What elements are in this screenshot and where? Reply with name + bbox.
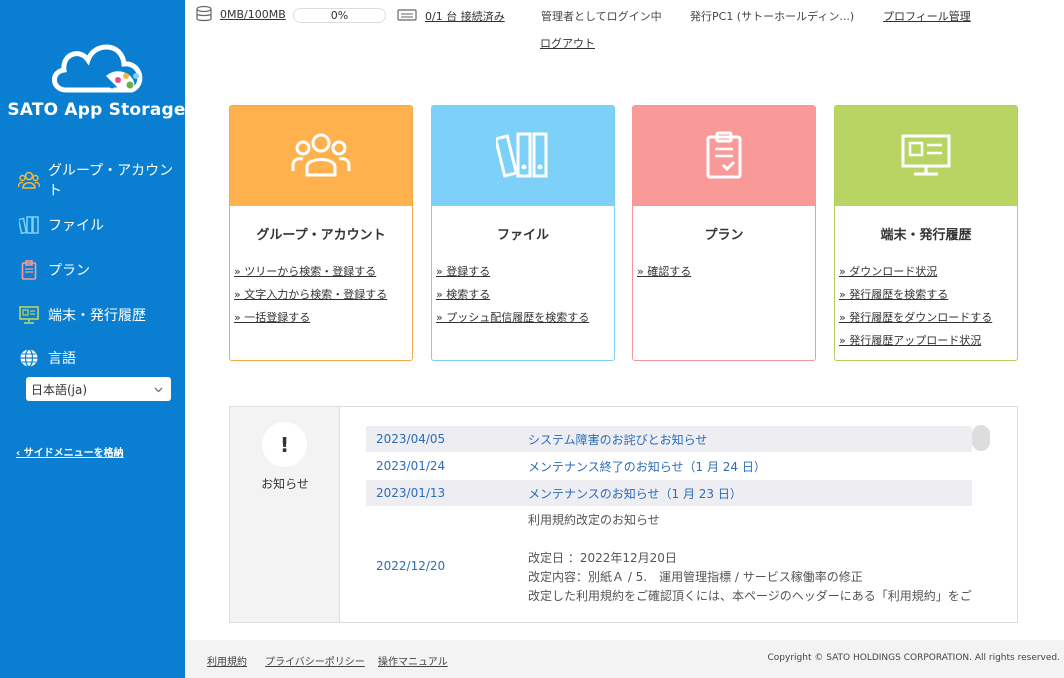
card-header[interactable] <box>835 106 1017 206</box>
card-title: ファイル <box>496 228 549 243</box>
news-body-line: 改定内容：別紙Ａ / 5. 運用管理指標 / サービス稼働率の修正 <box>528 570 863 584</box>
printer-icon <box>397 8 417 25</box>
privacy-link[interactable]: プライバシーポリシー <box>265 653 365 668</box>
login-status: 管理者としてログイン中 <box>541 10 662 23</box>
search-push-history-link[interactable]: » プッシュ配信履歴を検索する <box>436 309 614 325</box>
chevron-down-icon <box>154 382 163 396</box>
bulk-register-link[interactable]: » 一括登録する <box>234 309 412 325</box>
language-value: 日本語(ja) <box>31 382 88 397</box>
card-title: 端末・発行履歴 <box>880 228 972 243</box>
sidebar-item-files[interactable]: ファイル <box>18 210 104 240</box>
card-devices-history: 端末・発行履歴 » ダウンロード状況 » 発行履歴を検索する » 発行履歴をダウ… <box>834 105 1018 361</box>
news-title-link[interactable]: メンテナンスのお知らせ（1 月 23 日） <box>518 485 742 502</box>
folders-icon <box>18 214 40 236</box>
news-body-line: 利用規約改定のお知らせ <box>528 513 660 527</box>
card-title: グループ・アカウント <box>256 228 386 243</box>
sidebar-item-language: 言語 <box>18 343 76 373</box>
news-date: 2023/01/13 <box>376 486 446 500</box>
monitor-icon <box>900 133 952 180</box>
collapse-sidebar-link[interactable]: ‹ サイドメニューを格納 <box>16 444 124 459</box>
card-files: ファイル » 登録する » 検索する » プッシュ配信履歴を検索する <box>431 105 615 361</box>
news-row[interactable]: 2023/04/05 システム障害のお詫びとお知らせ <box>366 426 972 452</box>
logout-link[interactable]: ログアウト <box>540 35 595 51</box>
upload-status-link[interactable]: » 発行履歴アップロード状況 <box>839 332 1017 348</box>
clipboard-icon <box>705 131 743 182</box>
card-header[interactable] <box>432 106 614 206</box>
connected-devices-link[interactable]: 0/1 台 接続済み <box>425 8 505 24</box>
clipboard-icon <box>18 259 40 281</box>
sidebar-item-label: プラン <box>48 263 90 279</box>
news-title-link[interactable]: システム障害のお詫びとお知らせ <box>518 431 707 448</box>
globe-icon <box>18 347 40 369</box>
users-icon <box>291 131 351 182</box>
monitor-icon <box>18 304 40 326</box>
news-scrollbar[interactable] <box>972 425 990 451</box>
register-file-link[interactable]: » 登録する <box>436 263 614 279</box>
sidebar-item-label: 端末・発行履歴 <box>48 308 146 324</box>
profile-link[interactable]: プロフィール管理 <box>883 8 971 24</box>
users-icon <box>18 169 40 191</box>
news-date: 2022/12/20 <box>376 559 446 573</box>
search-issue-history-link[interactable]: » 発行履歴を検索する <box>839 286 1017 302</box>
news-date: 2023/01/24 <box>376 459 446 473</box>
card-header[interactable] <box>230 106 412 206</box>
issuing-pc: 発行PC1 (サトーホールディン...) <box>690 10 855 23</box>
news-body-line: 改定日 ：2022年12月20日 <box>528 551 677 565</box>
sidebar-item-label: グループ・アカウント <box>48 163 174 199</box>
header: 0MB/100MB 0% 0/1 台 接続済み 管理者としてログイン中 発行PC… <box>185 0 1064 52</box>
card-header[interactable] <box>633 106 815 206</box>
search-file-link[interactable]: » 検索する <box>436 286 614 302</box>
news-row[interactable]: 2023/01/13 メンテナンスのお知らせ（1 月 23 日） <box>366 480 972 506</box>
confirm-plan-link[interactable]: » 確認する <box>637 263 815 279</box>
storage-progress: 0% <box>293 8 386 23</box>
card-plan: プラン » 確認する <box>632 105 816 361</box>
sidebar-item-label: 言語 <box>48 351 76 367</box>
manual-link[interactable]: 操作マニュアル <box>378 653 448 668</box>
news-sidebar: ! お知らせ <box>230 407 340 622</box>
sidebar-item-devices-history[interactable]: 端末・発行履歴 <box>18 300 146 330</box>
sidebar-item-plan[interactable]: プラン <box>18 255 90 285</box>
sidebar-item-groups-accounts[interactable]: グループ・アカウント <box>18 163 185 199</box>
language-select[interactable]: 日本語(ja) <box>26 377 171 401</box>
news-row[interactable]: 2023/01/24 メンテナンス終了のお知らせ（1 月 24 日） <box>366 453 972 479</box>
card-title: プラン <box>704 228 744 243</box>
exclamation-icon: ! <box>262 422 307 467</box>
storage-usage-link[interactable]: 0MB/100MB <box>220 8 286 21</box>
search-register-tree-link[interactable]: » ツリーから検索・登録する <box>234 263 412 279</box>
news-panel: ! お知らせ 2023/04/05 システム障害のお詫びとお知らせ 2023/0… <box>229 406 1018 623</box>
app-name: SATO App Storage <box>7 100 186 120</box>
sidebar: SATO App Storage グループ・アカウント ファイル プラン 端末・… <box>0 0 185 678</box>
footer: 利用規約 プライバシーポリシー 操作マニュアル Copyright © SATO… <box>185 640 1064 678</box>
terms-link[interactable]: 利用規約 <box>207 653 247 668</box>
card-groups-accounts: グループ・アカウント » ツリーから検索・登録する » 文字入力から検索・登録す… <box>229 105 413 361</box>
news-label: お知らせ <box>261 477 309 491</box>
search-register-text-link[interactable]: » 文字入力から検索・登録する <box>234 286 412 302</box>
news-date: 2023/04/05 <box>376 432 446 446</box>
download-issue-history-link[interactable]: » 発行履歴をダウンロードする <box>839 309 1017 325</box>
folders-icon <box>493 131 550 182</box>
news-body-line: 改定した利用規約をご確認頂くには、本ページのヘッダーにある「利用規約」をご <box>528 589 972 603</box>
download-status-link[interactable]: » ダウンロード状況 <box>839 263 1017 279</box>
copyright: Copyright © SATO HOLDINGS CORPORATION. A… <box>767 653 1061 663</box>
sidebar-item-label: ファイル <box>48 218 104 234</box>
news-title-link[interactable]: メンテナンス終了のお知らせ（1 月 24 日） <box>518 458 766 475</box>
database-icon <box>195 5 213 26</box>
